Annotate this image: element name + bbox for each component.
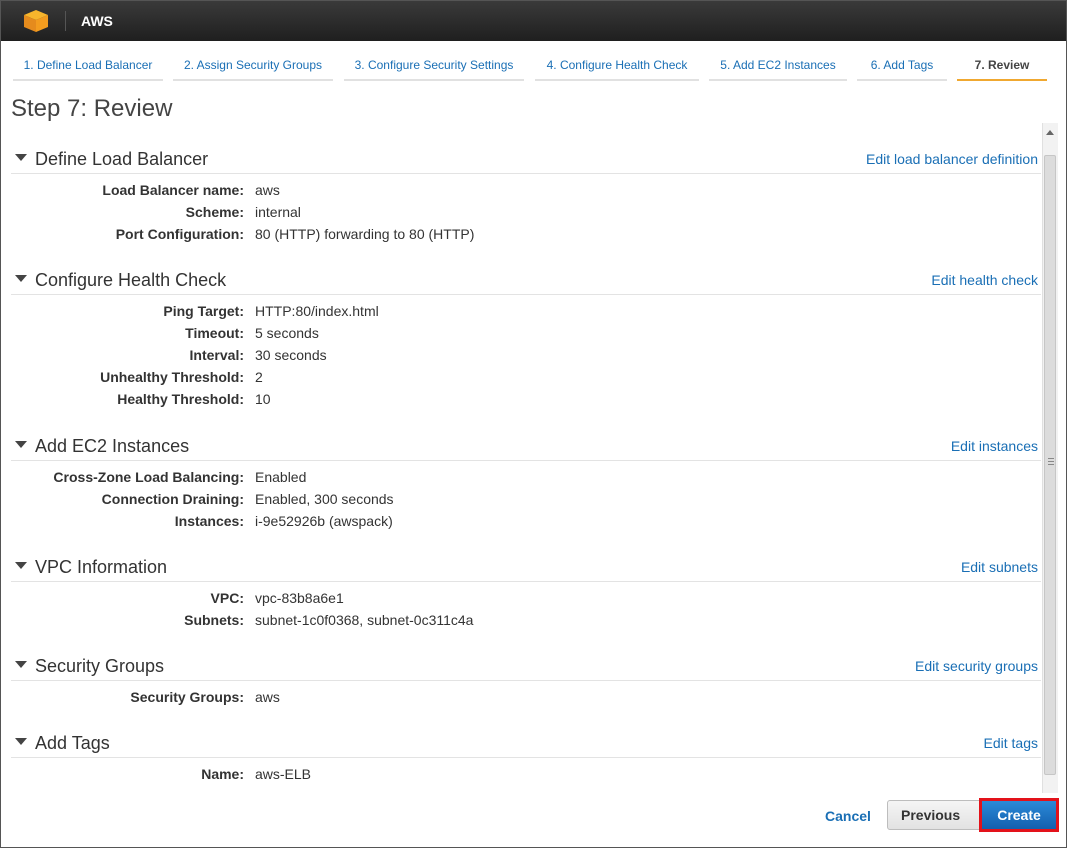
review-scroll-area: Define Load Balancer Edit load balancer … [1,121,1041,793]
aws-cube-icon[interactable] [23,9,49,33]
page-title: Step 7: Review [11,95,173,122]
detail-row: Timeout: 5 seconds [1,323,1041,345]
caret-down-icon[interactable] [15,154,27,161]
detail-row: Connection Draining: Enabled, 300 seconds [1,489,1041,511]
detail-value: HTTP:80/index.html [255,303,379,319]
app-title[interactable]: AWS [81,13,113,29]
detail-row: Security Groups: aws [1,687,1041,709]
detail-row: Instances: i-9e52926b (awspack) [1,511,1041,533]
tab-assign-security-groups[interactable]: 2. Assign Security Groups [173,57,333,81]
detail-value: Enabled [255,469,307,485]
create-button[interactable]: Create [979,798,1059,832]
section-header[interactable]: Add Tags Edit tags [11,731,1041,758]
detail-row: Interval: 30 seconds [1,345,1041,367]
detail-value: Enabled, 300 seconds [255,491,394,507]
caret-down-icon[interactable] [15,275,27,282]
section-title: Configure Health Check [35,270,227,290]
tab-review[interactable]: 7. Review [957,57,1047,81]
section-define-load-balancer: Define Load Balancer Edit load balancer … [1,147,1041,246]
section-header[interactable]: VPC Information Edit subnets [11,555,1041,582]
detail-row: Port Configuration: 80 (HTTP) forwarding … [1,224,1041,246]
detail-value: 2 [255,369,263,385]
detail-row: Healthy Threshold: 10 [1,389,1041,411]
detail-row: Load Balancer name: aws [1,180,1041,202]
top-navigation-bar: AWS [1,1,1066,42]
wizard-steps: 1. Define Load Balancer 2. Assign Securi… [1,41,1066,83]
tab-configure-security-settings[interactable]: 3. Configure Security Settings [344,57,524,81]
caret-down-icon[interactable] [15,441,27,448]
detail-row: Name: aws-ELB [1,764,1041,786]
detail-value: vpc-83b8a6e1 [255,590,344,606]
caret-down-icon[interactable] [15,562,27,569]
edit-subnets-link[interactable]: Edit subnets [961,559,1038,575]
detail-row: Cross-Zone Load Balancing: Enabled [1,467,1041,489]
scroll-up-arrow-icon[interactable] [1046,130,1054,135]
detail-value: 10 [255,391,271,407]
detail-label: Interval: [189,347,244,363]
grip-icon [1048,458,1054,459]
detail-row: Ping Target: HTTP:80/index.html [1,301,1041,323]
section-security-groups: Security Groups Edit security groups Sec… [1,654,1041,709]
detail-value: 80 (HTTP) forwarding to 80 (HTTP) [255,226,475,242]
section-configure-health-check: Configure Health Check Edit health check… [1,268,1041,411]
caret-down-icon[interactable] [15,738,27,745]
detail-row: Scheme: internal [1,202,1041,224]
section-vpc-information: VPC Information Edit subnets VPC: vpc-83b… [1,555,1041,632]
tab-configure-health-check[interactable]: 4. Configure Health Check [535,57,699,81]
detail-label: Unhealthy Threshold: [100,369,244,385]
detail-label: Cross-Zone Load Balancing: [53,469,244,485]
detail-value: subnet-1c0f0368, subnet-0c311c4a [255,612,474,628]
detail-label: Connection Draining: [101,491,244,507]
previous-button[interactable]: Previous [887,800,983,830]
section-header[interactable]: Add EC2 Instances Edit instances [11,434,1041,461]
caret-down-icon[interactable] [15,661,27,668]
section-add-tags: Add Tags Edit tags Name: aws-ELB [1,731,1041,786]
section-title: Add Tags [35,733,110,753]
detail-row: Unhealthy Threshold: 2 [1,367,1041,389]
detail-row: VPC: vpc-83b8a6e1 [1,588,1041,610]
section-header[interactable]: Define Load Balancer Edit load balancer … [11,147,1041,174]
edit-tags-link[interactable]: Edit tags [984,735,1038,751]
detail-label: Scheme: [185,204,244,220]
detail-label: Load Balancer name: [102,182,244,198]
detail-row: Subnets: subnet-1c0f0368, subnet-0c311c4a [1,610,1041,632]
tab-define-load-balancer[interactable]: 1. Define Load Balancer [13,57,163,81]
edit-health-check-link[interactable]: Edit health check [931,272,1038,288]
detail-label: Name: [201,766,244,782]
detail-label: Instances: [174,513,244,529]
section-title: VPC Information [35,557,168,577]
edit-instances-link[interactable]: Edit instances [951,438,1038,454]
cancel-link[interactable]: Cancel [825,808,871,824]
detail-value: aws [255,182,280,198]
vertical-scrollbar[interactable] [1042,123,1058,793]
topbar-divider [65,11,66,31]
edit-security-groups-link[interactable]: Edit security groups [915,658,1038,674]
detail-label: Security Groups: [130,689,244,705]
detail-value: 5 seconds [255,325,319,341]
detail-value: i-9e52926b (awspack) [255,513,393,529]
detail-label: Subnets: [184,612,244,628]
detail-value: aws-ELB [255,766,312,782]
section-title: Security Groups [35,656,165,676]
detail-value: internal [255,204,301,220]
scroll-thumb[interactable] [1044,155,1056,775]
section-add-ec2-instances: Add EC2 Instances Edit instances Cross-Z… [1,434,1041,533]
detail-value: aws [255,689,280,705]
section-title: Add EC2 Instances [35,436,190,456]
detail-label: Healthy Threshold: [117,391,244,407]
detail-label: VPC: [210,590,244,606]
wizard-footer: Cancel Previous Create [1,793,1066,847]
detail-label: Port Configuration: [115,226,244,242]
detail-label: Ping Target: [163,303,244,319]
tab-add-ec2-instances[interactable]: 5. Add EC2 Instances [709,57,847,81]
edit-load-balancer-link[interactable]: Edit load balancer definition [866,151,1038,167]
detail-value: 30 seconds [255,347,327,363]
section-header[interactable]: Security Groups Edit security groups [11,654,1041,681]
section-header[interactable]: Configure Health Check Edit health check [11,268,1041,295]
section-title: Define Load Balancer [35,149,209,169]
detail-label: Timeout: [185,325,244,341]
tab-add-tags[interactable]: 6. Add Tags [857,57,947,81]
